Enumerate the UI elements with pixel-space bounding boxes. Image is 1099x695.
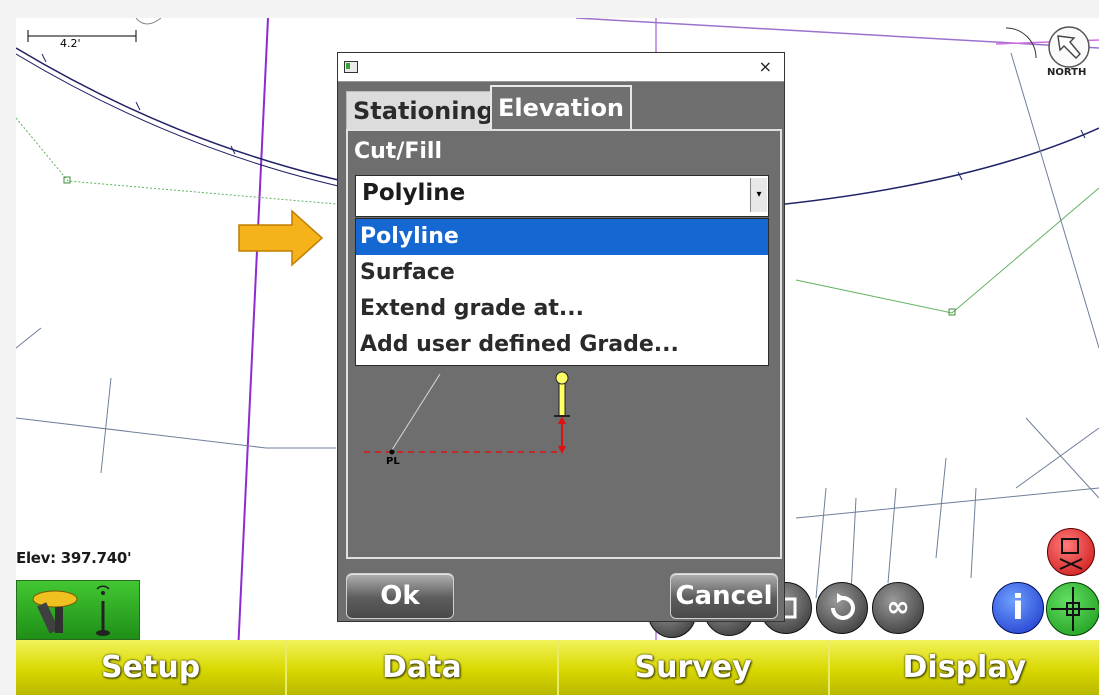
elevation-readout: Elev: 397.740': [16, 549, 132, 567]
tab-data[interactable]: Data: [287, 640, 559, 695]
bottom-menu-bar: Setup Data Survey Display: [16, 640, 1099, 695]
tab-display[interactable]: Display: [829, 640, 1099, 695]
info-icon[interactable]: i: [992, 582, 1044, 634]
window-icon: [344, 61, 358, 73]
elevation-diagram: PL: [358, 368, 598, 478]
clear-icon[interactable]: [1047, 528, 1095, 576]
option-extend-grade[interactable]: Extend grade at...: [356, 291, 768, 327]
cut-fill-select-value: Polyline: [362, 180, 466, 206]
chevron-down-icon[interactable]: ▾: [750, 178, 767, 212]
cut-fill-dropdown: Polyline Surface Extend grade at... Add …: [355, 218, 769, 366]
point-label: PL: [386, 456, 400, 467]
close-icon[interactable]: ×: [759, 57, 772, 76]
pointer-arrow-icon: [238, 209, 324, 267]
zoom-extents-icon[interactable]: ∞: [872, 582, 924, 634]
rotate-icon[interactable]: [816, 582, 868, 634]
cancel-button[interactable]: Cancel: [670, 573, 778, 619]
gnss-status-button[interactable]: [16, 580, 140, 640]
rover-pole-icon: [96, 585, 110, 636]
option-polyline[interactable]: Polyline: [356, 219, 768, 255]
tab-elevation[interactable]: Elevation: [490, 85, 632, 129]
cut-fill-dialog: × Stationing Elevation Cut/Fill Polyline…: [337, 52, 785, 622]
option-surface[interactable]: Surface: [356, 255, 768, 291]
cut-fill-select[interactable]: Polyline ▾: [355, 175, 769, 217]
ok-button[interactable]: Ok: [346, 573, 454, 619]
cut-fill-label: Cut/Fill: [354, 139, 443, 164]
tab-stationing[interactable]: Stationing: [346, 91, 494, 130]
gnss-receiver-icon: [32, 590, 78, 634]
option-add-user-grade[interactable]: Add user defined Grade...: [356, 327, 768, 363]
north-label: NORTH: [1047, 67, 1087, 78]
tab-setup[interactable]: Setup: [16, 640, 288, 695]
dialog-title-bar[interactable]: ×: [338, 53, 784, 82]
tab-survey[interactable]: Survey: [558, 640, 830, 695]
crosshair-icon[interactable]: [1046, 582, 1099, 636]
scale-label: 4.2': [60, 37, 81, 50]
